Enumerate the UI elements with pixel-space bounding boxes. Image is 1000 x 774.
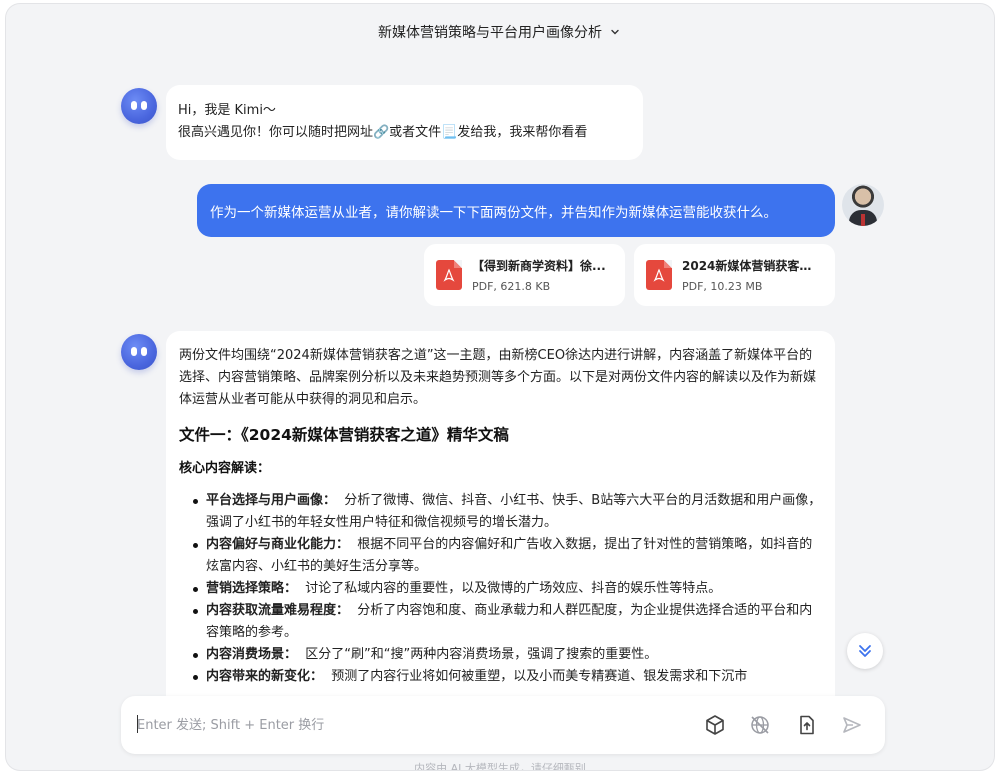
chevron-down-icon[interactable] <box>608 25 622 39</box>
user-message-text: 作为一个新媒体运营从业者，请你解读一下下面两份文件，并告知作为新媒体运营能收获什… <box>210 204 777 221</box>
disclaimer-note: 内容由 AI 大模型生成，请仔细甄别 <box>414 762 586 770</box>
pdf-icon <box>436 260 462 290</box>
file-card-1[interactable]: 【得到新商学资料】徐... PDF, 621.8 KB <box>424 244 625 306</box>
file-card-2[interactable]: 2024新媒体营销获客之道 PDF, 10.23 MB <box>634 244 835 306</box>
greeting-line-2: 很高兴遇见你！你可以随时把网址🔗或者文件📃发给我，我来帮你看看 <box>178 125 588 140</box>
user-avatar <box>842 184 884 226</box>
file-name: 【得到新商学资料】徐... <box>472 259 606 273</box>
answer-intro: 两份文件均围绕“2024新媒体营销获客之道”这一主题，由新榜CEO徐达内进行讲解… <box>179 348 817 407</box>
message-input-bar <box>121 696 885 754</box>
user-message-bubble: 作为一个新媒体运营从业者，请你解读一下下面两份文件，并告知作为新媒体运营能收获什… <box>197 184 835 237</box>
list-item-title: 平台选择与用户画像： <box>206 493 337 508</box>
list-item: 内容获取流量难易程度： 分析了内容饱和度、商业承载力和人群匹配度，为企业提供选择… <box>193 600 822 644</box>
list-item-title: 内容获取流量难易程度： <box>206 603 350 618</box>
file-size: PDF, 10.23 MB <box>682 280 763 293</box>
answer-heading: 文件一：《2024新媒体营销获客之道》精华文稿 <box>179 426 509 444</box>
list-item: 内容消费场景： 区分了“刷”和“搜”两种内容消费场景，强调了搜索的重要性。 <box>193 644 822 666</box>
conversation-title-bar[interactable]: 新媒体营销策略与平台用户画像分析 <box>6 4 994 60</box>
assistant-answer-bubble: 两份文件均围绕“2024新媒体营销获客之道”这一主题，由新榜CEO徐达内进行讲解… <box>166 331 835 711</box>
list-item-title: 营销选择策略： <box>206 581 298 596</box>
upload-file-icon[interactable] <box>795 713 819 737</box>
double-chevron-down-icon <box>859 645 871 657</box>
message-input[interactable] <box>137 714 657 736</box>
kimi-avatar <box>121 334 157 370</box>
conversation-title[interactable]: 新媒体营销策略与平台用户画像分析 <box>378 22 602 42</box>
chat-window: 新媒体营销策略与平台用户画像分析 Hi，我是 Kimi～ 很高兴遇见你！你可以随… <box>6 4 994 770</box>
send-icon[interactable] <box>840 713 864 737</box>
file-name: 2024新媒体营销获客之道 <box>682 259 822 273</box>
greeting-bubble: Hi，我是 Kimi～ 很高兴遇见你！你可以随时把网址🔗或者文件📃发给我，我来帮… <box>166 85 643 160</box>
answer-list: 平台选择与用户画像： 分析了微博、微信、抖音、小红书、快手、B站等六大平台的月活… <box>179 490 822 688</box>
list-item: 营销选择策略： 讨论了私域内容的重要性，以及微博的广场效应、抖音的娱乐性等特点。 <box>193 578 822 600</box>
kimi-avatar <box>121 88 157 124</box>
list-item: 平台选择与用户画像： 分析了微博、微信、抖音、小红书、快手、B站等六大平台的月活… <box>193 490 822 534</box>
answer-subheading: 核心内容解读： <box>179 461 271 476</box>
list-item-text: 讨论了私域内容的重要性，以及微博的广场效应、抖音的娱乐性等特点。 <box>305 581 722 596</box>
list-item-title: 内容消费场景： <box>206 647 298 662</box>
list-item-title: 内容偏好与商业化能力： <box>206 537 350 552</box>
scroll-to-bottom-button[interactable] <box>847 633 883 669</box>
globe-off-icon[interactable] <box>748 713 772 737</box>
greeting-line-1: Hi，我是 Kimi～ <box>178 103 276 118</box>
list-item-text: 区分了“刷”和“搜”两种内容消费场景，强调了搜索的重要性。 <box>305 647 658 662</box>
pdf-icon <box>646 260 672 290</box>
list-item-title: 内容带来的新变化： <box>206 669 324 684</box>
list-item-text: 预测了内容行业将如何被重塑，以及小而美专精赛道、银发需求和下沉市 <box>331 669 748 684</box>
file-size: PDF, 621.8 KB <box>472 280 551 293</box>
list-item: 内容带来的新变化： 预测了内容行业将如何被重塑，以及小而美专精赛道、银发需求和下… <box>193 666 822 688</box>
list-item: 内容偏好与商业化能力： 根据不同平台的内容偏好和广告收入数据，提出了针对性的营销… <box>193 534 822 578</box>
cube-icon[interactable] <box>703 713 727 737</box>
